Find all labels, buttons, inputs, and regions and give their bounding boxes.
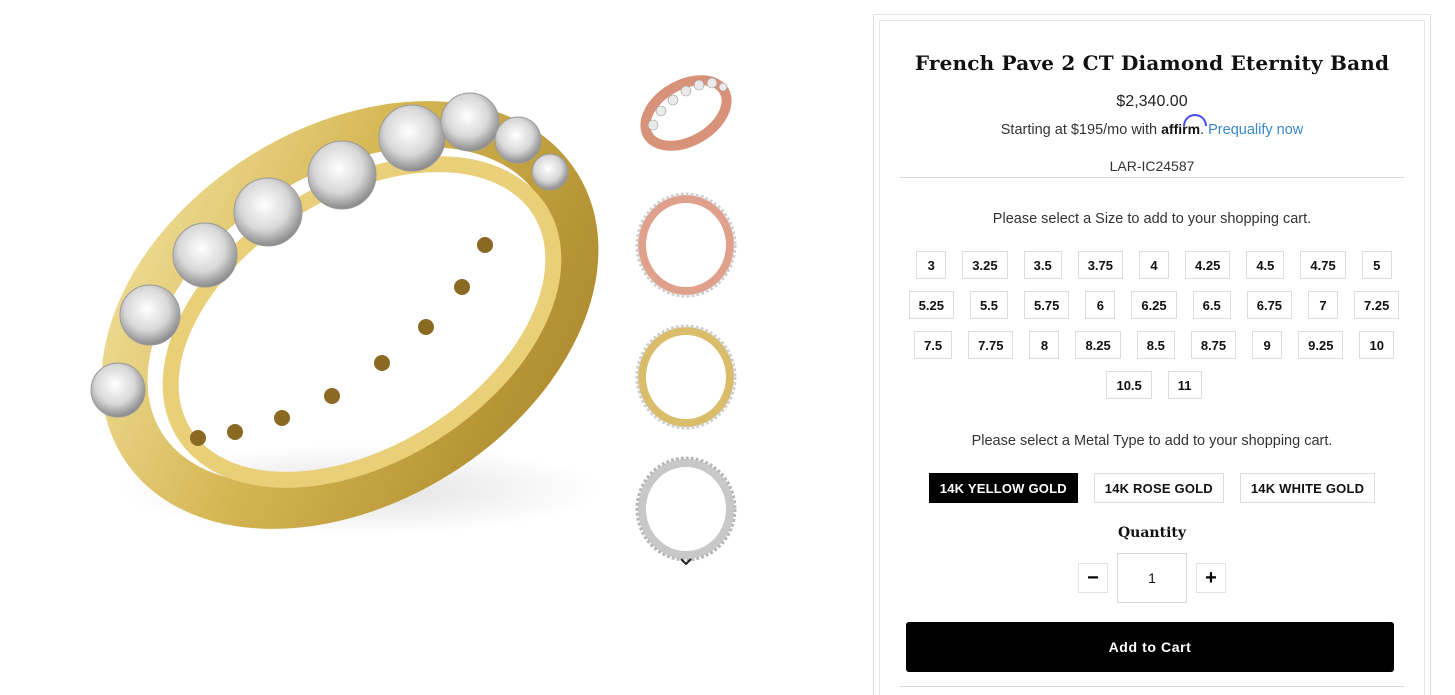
metal-options: 14K YELLOW GOLD 14K ROSE GOLD 14K WHITE … [880, 473, 1424, 503]
main-product-image[interactable] [60, 60, 620, 560]
size-option[interactable]: 6 [1085, 291, 1116, 319]
white-gold-ring-front-thumbnail [635, 456, 737, 561]
quantity-decrement-button[interactable]: − [1078, 563, 1108, 593]
size-option[interactable]: 10.5 [1106, 371, 1152, 399]
thumbnail-yellow-gold-front[interactable] [625, 319, 747, 434]
thumbnail-scroll-down-button[interactable] [676, 552, 696, 572]
size-option[interactable]: 8.75 [1190, 331, 1237, 359]
size-option[interactable]: 9 [1252, 331, 1283, 359]
size-option[interactable]: 3.75 [1077, 251, 1123, 279]
rose-gold-ring-angle-thumbnail [640, 74, 732, 151]
product-details-inner: French Pave 2 CT Diamond Eternity Band $… [879, 20, 1425, 695]
size-option[interactable]: 5.5 [969, 291, 1009, 319]
size-option[interactable]: 8 [1029, 331, 1060, 359]
metal-option-rose-gold[interactable]: 14K ROSE GOLD [1093, 473, 1224, 503]
quantity-increment-button[interactable]: + [1196, 563, 1226, 593]
metal-select-label: Please select a Metal Type to add to you… [971, 433, 1333, 449]
chevron-down-icon [680, 558, 692, 566]
size-select-label: Please select a Size to add to your shop… [992, 211, 1312, 227]
add-to-cart-button[interactable]: Add to Cart [906, 622, 1394, 672]
quantity-stepper: − + [880, 553, 1424, 603]
size-option[interactable]: 6.5 [1192, 291, 1231, 319]
size-option[interactable]: 4 [1139, 251, 1169, 279]
divider [900, 177, 1404, 178]
metal-option-yellow-gold[interactable]: 14K YELLOW GOLD [928, 473, 1078, 503]
financing-message: Starting at $195/mo with affirm. Prequal… [880, 114, 1424, 138]
size-option[interactable]: 4.75 [1300, 251, 1346, 279]
yellow-gold-eternity-band-image [90, 92, 600, 535]
rose-gold-ring-front-thumbnail [635, 192, 737, 297]
yellow-gold-ring-front-thumbnail [635, 324, 737, 429]
size-options: 3 3.25 3.5 3.75 4 4.25 4.5 4.75 5 5.25 5… [908, 251, 1400, 399]
size-option[interactable]: 5 [1361, 251, 1392, 279]
size-option[interactable]: 10 [1359, 331, 1394, 359]
product-sku: LAR-IC24587 [1109, 158, 1195, 174]
size-option[interactable]: 6.25 [1131, 291, 1177, 319]
quantity-label: Quantity [1117, 525, 1186, 541]
thumbnail-white-gold-front[interactable] [625, 451, 747, 566]
size-option[interactable]: 3.5 [1023, 251, 1062, 279]
size-option[interactable]: 5.75 [1024, 291, 1070, 319]
thumbnail-gallery [625, 55, 747, 583]
size-option[interactable]: 7.5 [914, 331, 953, 359]
financing-text: Starting at $195/mo with [1000, 122, 1158, 138]
quantity-input[interactable] [1117, 553, 1187, 603]
thumbnail-rose-gold-angle[interactable] [625, 55, 747, 170]
size-option[interactable]: 8.25 [1075, 331, 1121, 359]
size-option[interactable]: 7.25 [1354, 291, 1400, 319]
size-option[interactable]: 4.5 [1246, 251, 1285, 279]
size-option[interactable]: 7 [1308, 291, 1339, 319]
product-title: French Pave 2 CT Diamond Eternity Band [914, 51, 1390, 75]
size-option[interactable]: 6.75 [1246, 291, 1293, 319]
affirm-arc-icon [1183, 114, 1208, 126]
size-option[interactable]: 9.25 [1298, 331, 1344, 359]
size-option[interactable]: 7.75 [968, 331, 1014, 359]
product-price: $2,340.00 [1116, 93, 1188, 110]
prequalify-link[interactable]: Prequalify now [1208, 122, 1303, 138]
size-option[interactable]: 11 [1167, 371, 1202, 399]
metal-option-white-gold[interactable]: 14K WHITE GOLD [1239, 473, 1376, 503]
size-option[interactable]: 8.5 [1136, 331, 1175, 359]
size-option[interactable]: 3 [916, 251, 947, 279]
product-details-panel: French Pave 2 CT Diamond Eternity Band $… [873, 14, 1431, 695]
size-option[interactable]: 5.25 [908, 291, 954, 319]
divider [900, 686, 1404, 687]
size-option[interactable]: 3.25 [962, 251, 1008, 279]
thumbnail-rose-gold-front[interactable] [625, 187, 747, 302]
size-option[interactable]: 4.25 [1185, 251, 1231, 279]
affirm-logo: affirm [1161, 114, 1208, 137]
